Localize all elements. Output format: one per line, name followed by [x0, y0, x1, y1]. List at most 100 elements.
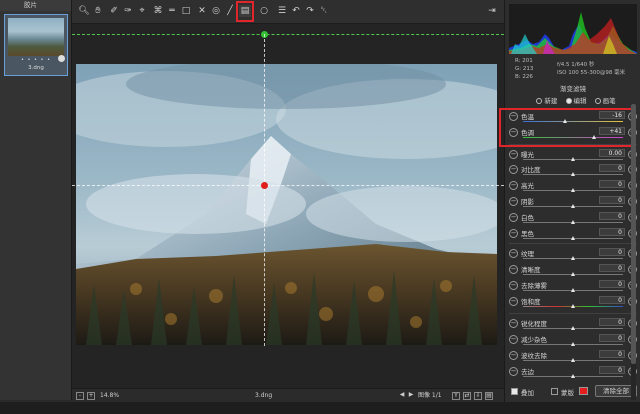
slider-label: 饱和度 — [521, 298, 541, 306]
radio-brush[interactable] — [594, 98, 601, 104]
slider-thumb[interactable] — [571, 204, 575, 208]
next-image-icon[interactable]: ▶ — [407, 392, 415, 400]
slider-value-field[interactable]: 0 — [599, 196, 625, 204]
decrease-icon[interactable]: − — [509, 297, 518, 306]
zoom-out-button[interactable]: - — [76, 392, 84, 400]
slider-thumb[interactable] — [571, 374, 575, 378]
slider-value-field[interactable]: 0 — [599, 228, 625, 236]
slider-thumb[interactable] — [571, 342, 575, 346]
slider-thumb[interactable] — [571, 358, 575, 362]
slider-label: 纹理 — [521, 250, 534, 258]
white-balance-icon[interactable]: ✐ — [108, 5, 120, 17]
adjustment-brush-icon[interactable]: ╱ — [224, 5, 236, 17]
slider-thumb[interactable] — [571, 220, 575, 224]
decrease-icon[interactable]: − — [509, 229, 518, 238]
slider-row: −纹理0+ — [505, 247, 640, 263]
zoom-level[interactable]: 14.8% — [100, 389, 119, 402]
overlay-checkbox[interactable] — [511, 388, 518, 395]
trash-icon[interactable]: ␡ — [318, 5, 330, 17]
slider-thumb[interactable] — [571, 272, 575, 276]
rating-stars[interactable]: • • • • • — [5, 57, 67, 63]
radio-edit[interactable] — [565, 98, 572, 104]
slider-value-field[interactable]: 0 — [599, 366, 625, 374]
slider-value-field[interactable]: 0 — [599, 334, 625, 342]
decrease-icon[interactable]: − — [509, 367, 518, 376]
slider-thumb[interactable] — [571, 188, 575, 192]
mode-brush-label[interactable]: 画笔 — [603, 97, 616, 105]
slider-thumb[interactable] — [571, 256, 575, 260]
slider-value-field[interactable]: 0.00 — [599, 149, 625, 157]
crop-icon[interactable]: ⌘ — [152, 5, 164, 17]
toggle-settings-icon[interactable]: ▤ — [485, 392, 493, 400]
radio-new[interactable] — [536, 98, 543, 104]
rotate-left-icon[interactable]: ↶ — [290, 5, 302, 17]
straighten-icon[interactable]: ═ — [166, 5, 178, 17]
swap-settings-icon[interactable]: ⇄ — [463, 392, 471, 400]
hand-icon[interactable]: ✋︎ — [92, 5, 104, 17]
color-sampler-icon[interactable]: ✑ — [122, 5, 134, 17]
slider-thumb[interactable] — [571, 304, 575, 308]
radial-filter-icon[interactable]: ○ — [258, 5, 270, 17]
before-after-y-icon[interactable]: Y — [452, 392, 460, 400]
zoom-icon[interactable]: 🔍︎ — [78, 5, 90, 17]
slider-thumb[interactable] — [571, 172, 575, 176]
thumbnail-3-dng[interactable]: • • • • • 3.dng — [4, 14, 68, 76]
decrease-icon[interactable]: − — [509, 351, 518, 360]
fullscreen-icon[interactable]: ⇥ — [486, 5, 498, 17]
slider-label: 减少杂色 — [521, 336, 547, 344]
mask-color-swatch[interactable] — [579, 387, 588, 395]
zoom-in-button[interactable]: + — [87, 392, 95, 400]
decrease-icon[interactable]: − — [509, 165, 518, 174]
red-eye-icon[interactable]: ◎ — [210, 5, 222, 17]
decrease-icon[interactable]: − — [509, 265, 518, 274]
slider-value-field[interactable]: 0 — [599, 180, 625, 188]
graduated-filter-icon[interactable]: ▤ — [239, 5, 251, 17]
slider-value-field[interactable]: 0 — [599, 248, 625, 256]
filter-mode-group: 新建 编辑 画笔 — [505, 95, 640, 105]
mask-checkbox[interactable] — [551, 388, 558, 395]
decrease-icon[interactable]: − — [509, 281, 518, 290]
panel-scrollbar[interactable] — [631, 104, 636, 400]
image-canvas[interactable] — [72, 24, 504, 388]
filter-center-guide[interactable] — [72, 185, 504, 186]
transform-icon[interactable]: □ — [180, 5, 192, 17]
slider-row: −对比度0+ — [505, 163, 640, 179]
decrease-icon[interactable]: − — [509, 319, 518, 328]
mode-edit-label[interactable]: 编辑 — [574, 97, 587, 105]
decrease-icon[interactable]: − — [509, 197, 518, 206]
slider-value-field[interactable]: 0 — [599, 280, 625, 288]
slider-value-field[interactable]: 0 — [599, 164, 625, 172]
slider-value-field[interactable]: 0 — [599, 318, 625, 326]
histogram — [509, 4, 637, 54]
slider-thumb[interactable] — [571, 157, 575, 161]
decrease-icon[interactable]: − — [509, 150, 518, 159]
slider-value-field[interactable]: 0 — [599, 350, 625, 358]
filter-end-pin[interactable] — [261, 182, 268, 189]
scrollbar-thumb[interactable] — [631, 104, 636, 364]
slider-value-field[interactable]: 0 — [599, 296, 625, 304]
rotate-right-icon[interactable]: ↷ — [304, 5, 316, 17]
slider-thumb[interactable] — [571, 326, 575, 330]
preferences-icon[interactable]: ☰ — [276, 5, 288, 17]
thumbnail-image — [8, 18, 64, 56]
targeted-adjust-icon[interactable]: ⌖ — [136, 5, 148, 17]
status-bar: - + 14.8% 3.dng ◀ ▶ 图像 1/1 Y ⇄ ⇩ ▤ — [72, 388, 504, 402]
slider-thumb[interactable] — [571, 288, 575, 292]
filter-start-guide[interactable] — [72, 34, 504, 35]
decrease-icon[interactable]: − — [509, 335, 518, 344]
panel-title: 渐变滤镜 — [560, 85, 586, 93]
filmstrip-panel: 胶片 • • • • • 3.dng — [0, 0, 72, 400]
overlay-label: 叠加 — [521, 389, 534, 397]
slider-row: −高光0+ — [505, 179, 640, 195]
mode-new-label[interactable]: 新建 — [544, 97, 557, 105]
spot-removal-icon[interactable]: ✕ — [196, 5, 208, 17]
decrease-icon[interactable]: − — [509, 213, 518, 222]
slider-value-field[interactable]: 0 — [599, 264, 625, 272]
slider-value-field[interactable]: 0 — [599, 212, 625, 220]
slider-thumb[interactable] — [571, 236, 575, 240]
decrease-icon[interactable]: − — [509, 181, 518, 190]
decrease-icon[interactable]: − — [509, 249, 518, 258]
slider-label: 白色 — [521, 214, 534, 222]
prev-image-icon[interactable]: ◀ — [398, 392, 406, 400]
copy-settings-icon[interactable]: ⇩ — [474, 392, 482, 400]
